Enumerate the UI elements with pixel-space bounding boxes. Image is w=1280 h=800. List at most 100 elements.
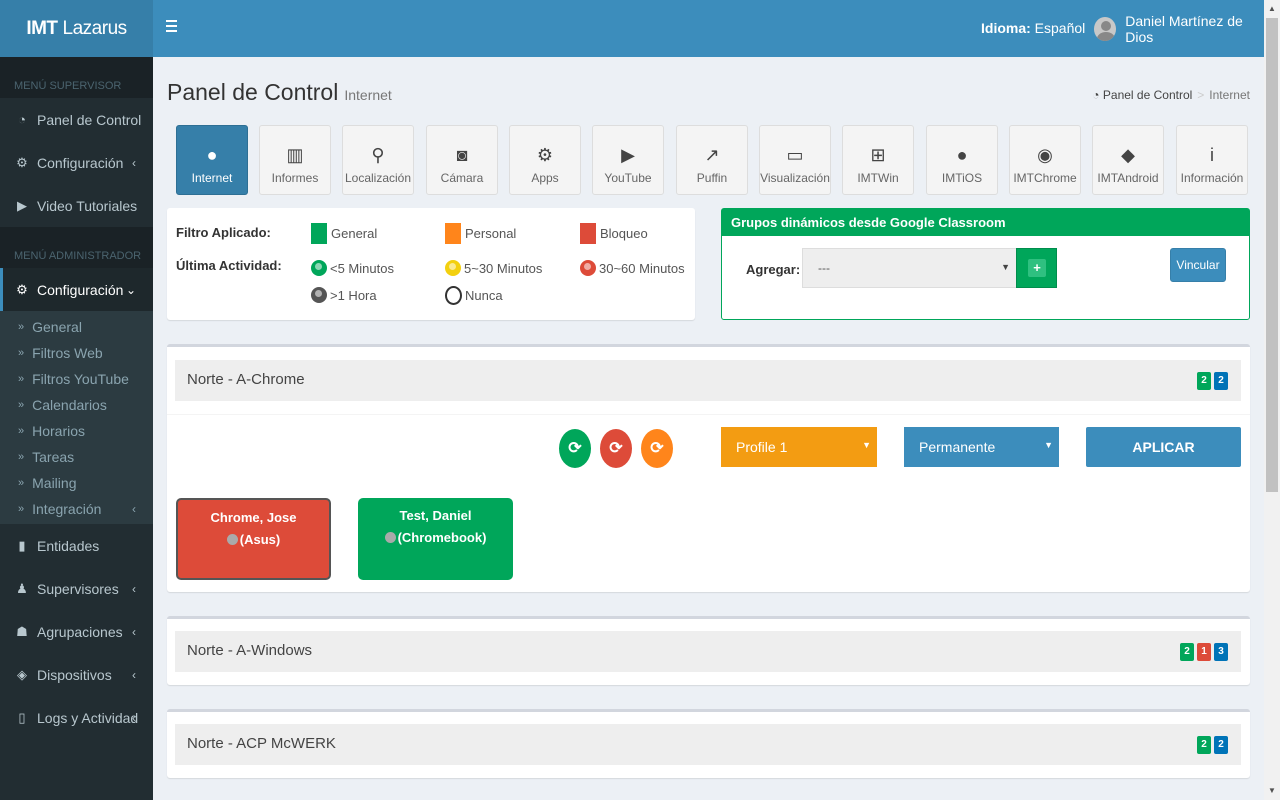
share-icon: ↗ xyxy=(704,145,720,165)
group-badges: 2 1 3 xyxy=(1177,643,1228,661)
refresh-icon: ⟳ xyxy=(609,440,623,457)
badge-blue: 2 xyxy=(1214,736,1228,754)
tile-imtios[interactable]: ● IMTiOS xyxy=(926,125,998,195)
legend-bloqueo: Bloqueo xyxy=(580,223,648,244)
tile-camara[interactable]: ◙ Cámara xyxy=(426,125,498,195)
user-tie-icon: ♟ xyxy=(16,580,28,596)
angle-double-right-icon: » xyxy=(18,451,25,463)
top-navbar: IMT Lazarus Idioma: Español Daniel Martín… xyxy=(0,0,1264,57)
module-tiles: ● Internet ▥ Informes ⚲ Localización ◙ Cámar… xyxy=(176,125,1249,195)
profile-select[interactable]: Profile 1 ▼ xyxy=(721,427,877,467)
globe-icon xyxy=(226,534,238,545)
scroll-down-icon[interactable]: ▼ xyxy=(1267,786,1277,796)
plus-icon: + xyxy=(1028,259,1046,277)
globe-icon xyxy=(580,260,596,276)
group-body: ⟳ ⟳ ⟳ Profile 1 ▼ Permanente ▼ APLICAR Chr… xyxy=(167,414,1250,580)
sidebar-item-logs[interactable]: ▯ Logs y Actividad ‹ xyxy=(0,696,153,739)
duration-select[interactable]: Permanente ▼ xyxy=(904,427,1059,467)
badge-green: 2 xyxy=(1180,643,1194,661)
classroom-panel-title: Grupos dinámicos desde Google Classroom xyxy=(722,209,1249,236)
group-header[interactable]: Norte - A-Chrome 2 2 xyxy=(175,360,1241,401)
dashboard-icon: ◔ xyxy=(18,112,26,127)
sidebar-item-dispositivos[interactable]: ◈ Dispositivos ‹ xyxy=(0,653,153,696)
sidebar-item-panel-de-control[interactable]: ◔ Panel de Control xyxy=(0,98,153,141)
legend-activity-1hora: >1 Hora xyxy=(311,287,377,303)
scroll-up-icon[interactable]: ▲ xyxy=(1267,4,1277,14)
tile-internet[interactable]: ● Internet xyxy=(176,125,248,195)
angle-double-right-icon: » xyxy=(18,477,25,489)
classroom-select[interactable]: --- ▼ xyxy=(802,248,1017,288)
refresh-orange-button[interactable]: ⟳ xyxy=(641,429,673,468)
add-label: Agregar: xyxy=(746,262,801,277)
chevron-left-icon: ‹ xyxy=(132,581,136,596)
file-icon: ▯ xyxy=(18,709,26,725)
user-menu[interactable]: Daniel Martínez de Dios xyxy=(1094,13,1264,45)
config-submenu: » General » Filtros Web » Filtros YouTube »… xyxy=(0,311,153,524)
submenu-item-integracion[interactable]: » Integración ‹ xyxy=(0,496,153,522)
tile-imtwin[interactable]: ⊞ IMTWin xyxy=(842,125,914,195)
refresh-red-button[interactable]: ⟳ xyxy=(600,429,632,468)
submenu-item-filtros-youtube[interactable]: » Filtros YouTube xyxy=(0,366,153,392)
sidebar-item-supervisores[interactable]: ♟ Supervisores ‹ xyxy=(0,567,153,610)
tile-imtchrome[interactable]: ◉ IMTChrome xyxy=(1009,125,1081,195)
apply-button[interactable]: APLICAR xyxy=(1086,427,1241,467)
vincular-button[interactable]: Vincular xyxy=(1170,248,1226,282)
cogs-icon: ⚙ xyxy=(16,154,28,170)
legend-personal: Personal xyxy=(445,223,516,244)
sidebar-item-configuracion[interactable]: ⚙ Configuración ‹ xyxy=(0,141,153,184)
refresh-green-button[interactable]: ⟳ xyxy=(559,429,591,468)
add-classroom-button[interactable]: + xyxy=(1016,248,1057,288)
tile-visualizacion[interactable]: ▭ Visualización xyxy=(759,125,831,195)
tile-puffin[interactable]: ↗ Puffin xyxy=(676,125,748,195)
angle-double-right-icon: » xyxy=(18,503,25,515)
sidebar-header-admin: MENÚ ADMINISTRADOR xyxy=(0,227,153,268)
device-type: (Asus) xyxy=(239,532,281,547)
scrollbar-thumb[interactable] xyxy=(1266,18,1278,492)
language-selector[interactable]: Idioma: Español xyxy=(981,20,1085,36)
group-header[interactable]: Norte - ACP McWERK 2 2 xyxy=(175,724,1241,765)
camera-icon: ◙ xyxy=(456,145,468,165)
legend-activity-30min: 5~30 Minutos xyxy=(445,260,542,276)
device-user: Chrome, Jose xyxy=(210,510,297,525)
tile-informes[interactable]: ▥ Informes xyxy=(259,125,331,195)
submenu-item-tareas[interactable]: » Tareas xyxy=(0,444,153,470)
submenu-item-calendarios[interactable]: » Calendarios xyxy=(0,392,153,418)
tile-youtube[interactable]: ▶ YouTube xyxy=(592,125,664,195)
page-scrollbar[interactable]: ▲ ▼ xyxy=(1264,0,1280,800)
globe-icon: ● xyxy=(206,145,218,165)
refresh-icon: ⟳ xyxy=(568,440,582,457)
submenu-item-mailing[interactable]: » Mailing xyxy=(0,470,153,496)
submenu-item-filtros-web[interactable]: » Filtros Web xyxy=(0,340,153,366)
device-card[interactable]: Test, Daniel (Chromebook) xyxy=(358,498,513,580)
chevron-left-icon: ‹ xyxy=(132,710,136,725)
app-logo[interactable]: IMT Lazarus xyxy=(0,0,153,57)
hamburger-menu-icon[interactable] xyxy=(166,17,178,35)
chevron-down-icon: ⌄ xyxy=(125,282,136,297)
globe-icon xyxy=(311,260,327,276)
device-type: (Chromebook) xyxy=(397,530,487,545)
angle-double-right-icon: » xyxy=(18,425,25,437)
group-header[interactable]: Norte - A-Windows 2 1 3 xyxy=(175,631,1241,672)
angle-double-right-icon: » xyxy=(18,373,25,385)
tile-apps[interactable]: ⚙ Apps xyxy=(509,125,581,195)
submenu-item-general[interactable]: » General xyxy=(0,314,153,340)
tile-informacion[interactable]: i Información xyxy=(1176,125,1248,195)
user-avatar xyxy=(1094,17,1117,41)
tile-localizacion[interactable]: ⚲ Localización xyxy=(342,125,414,195)
sidebar-item-admin-configuracion[interactable]: ⚙ Configuración ⌄ xyxy=(0,268,153,311)
sidebar-item-agrupaciones[interactable]: ☗ Agrupaciones ‹ xyxy=(0,610,153,653)
tile-imtandroid[interactable]: ◆ IMTAndroid xyxy=(1092,125,1164,195)
page-title: Panel de Control Internet xyxy=(167,79,392,105)
classroom-panel: Grupos dinámicos desde Google Classroom … xyxy=(721,208,1250,320)
sidebar-item-entidades[interactable]: ▮ Entidades xyxy=(0,524,153,567)
breadcrumb-home[interactable]: Panel de Control xyxy=(1103,88,1192,102)
angle-double-right-icon: » xyxy=(18,399,25,411)
sidebar-item-video-tutoriales[interactable]: ▶ Video Tutoriales xyxy=(0,184,153,227)
breadcrumb: ◔ Panel de Control > Internet xyxy=(1092,88,1250,102)
device-card[interactable]: Chrome, Jose (Asus) xyxy=(176,498,331,580)
filter-legend-panel: Filtro Aplicado: Última Actividad: Gener… xyxy=(167,208,695,320)
last-activity-label: Última Actividad: xyxy=(176,258,282,273)
caret-down-icon: ▼ xyxy=(1044,440,1053,450)
badge-blue: 3 xyxy=(1214,643,1228,661)
submenu-item-horarios[interactable]: » Horarios xyxy=(0,418,153,444)
